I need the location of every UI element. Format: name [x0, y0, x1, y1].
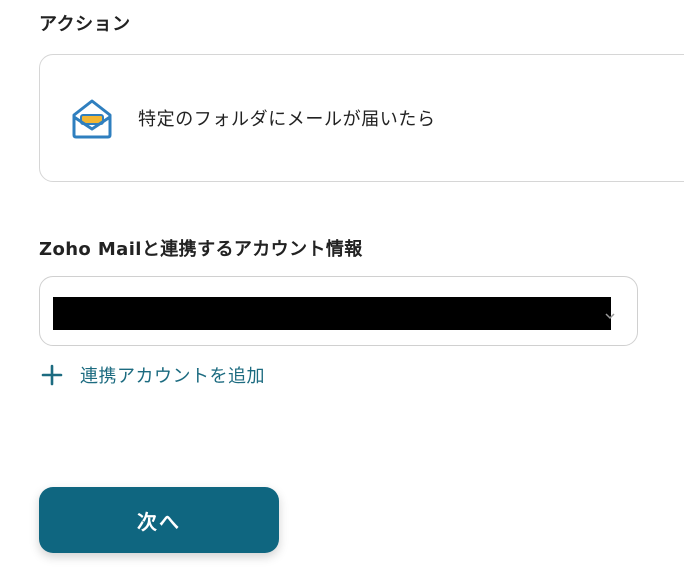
action-label: 特定のフォルダにメールが届いたら: [138, 109, 436, 130]
add-account-label: 連携アカウントを追加: [80, 366, 265, 387]
next-button[interactable]: 次へ: [39, 487, 279, 553]
add-account-link[interactable]: 連携アカウントを追加: [41, 362, 265, 388]
chevron-down-icon: [605, 306, 615, 320]
plus-icon: [41, 364, 63, 386]
action-settings-page: アクション 特定のフォルダにメールが届いたら Zoho Mailと連携するアカウ…: [0, 0, 684, 569]
account-select[interactable]: [39, 276, 638, 346]
section-title: アクション: [39, 14, 131, 35]
action-card[interactable]: 特定のフォルダにメールが届いたら: [39, 54, 684, 182]
account-selected-value-redacted: [53, 297, 611, 330]
account-section-title: Zoho Mailと連携するアカウント情報: [39, 239, 363, 260]
zoho-mail-icon: [68, 95, 116, 143]
